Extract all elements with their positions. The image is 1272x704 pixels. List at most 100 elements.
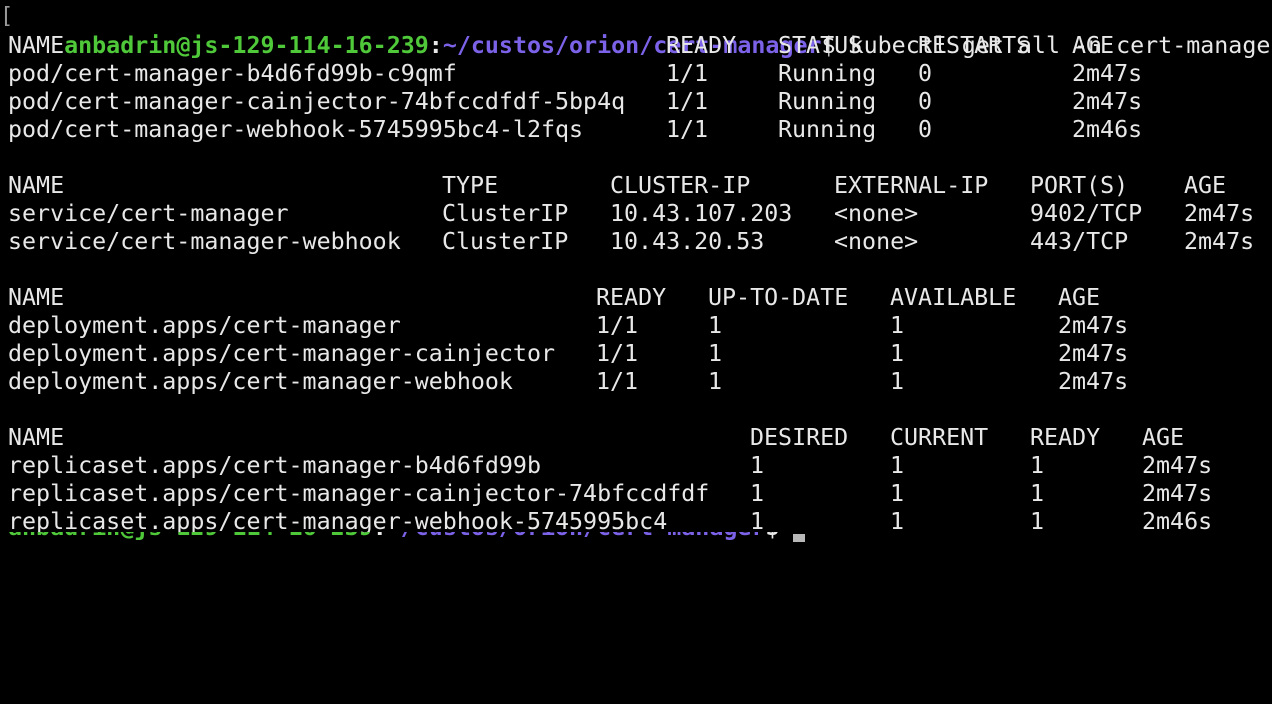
deployment-name: deployment.apps/cert-manager-cainjector [8, 340, 556, 367]
next-prompt-path: ~/custos/orion/cert-manager [387, 532, 766, 541]
service-row: service/cert-manager ClusterIP 10.43.107… [8, 200, 1254, 228]
replicaset-age: 2m47s [1142, 480, 1213, 507]
deployment-row: deployment.apps/cert-manager-cainjector … [8, 340, 1128, 368]
services-header-name: NAME [8, 172, 65, 199]
service-row: service/cert-manager-webhook ClusterIP 1… [8, 228, 1254, 256]
service-name: service/cert-manager-webhook [8, 228, 401, 255]
prompt-separator: : [428, 32, 443, 59]
replicasets-header-current: CURRENT [890, 424, 989, 451]
deployment-age: 2m47s [1058, 312, 1129, 339]
deployment-name: deployment.apps/cert-manager [8, 312, 401, 339]
pod-ready: 1/1 [666, 116, 709, 143]
replicaset-age: 2m47s [1142, 452, 1213, 479]
command-prompt-line: anbadrin@js-129-114-16-239:~/custos/orio… [8, 4, 1272, 59]
pod-name: pod/cert-manager-cainjector-74bfccdfdf-5… [8, 88, 626, 115]
next-prompt-symbol: $ [765, 532, 793, 541]
pod-row: pod/cert-manager-webhook-5745995bc4-l2fq… [8, 116, 1142, 144]
service-external-ip: <none> [834, 228, 919, 255]
replicasets-header-row: NAME DESIRED CURRENT READY AGE [8, 424, 1184, 452]
pod-age: 2m46s [1072, 116, 1143, 143]
deployment-available: 1 [890, 368, 905, 395]
pod-ready: 1/1 [666, 60, 709, 87]
replicaset-ready: 1 [1030, 452, 1045, 479]
deployment-ready: 1/1 [596, 312, 639, 339]
service-age: 2m47s [1184, 200, 1255, 227]
deployment-available: 1 [890, 340, 905, 367]
replicasets-header-name: NAME [8, 424, 65, 451]
terminal-window[interactable]: [ anbadrin@js-129-114-16-239:~/custos/or… [0, 0, 1272, 542]
service-external-ip: <none> [834, 200, 919, 227]
pod-restarts: 0 [918, 60, 933, 87]
replicaset-row: replicaset.apps/cert-manager-b4d6fd99b 1… [8, 452, 1212, 480]
pods-header-status: STATUS [778, 32, 863, 59]
prompt-path: ~/custos/orion/cert-manager [442, 32, 822, 59]
pod-restarts: 0 [918, 116, 933, 143]
deployments-header-available: AVAILABLE [890, 284, 1017, 311]
deployment-row: deployment.apps/cert-manager-webhook 1/1… [8, 368, 1128, 396]
deployments-header-age: AGE [1058, 284, 1101, 311]
service-type: ClusterIP [442, 228, 569, 255]
replicaset-current: 1 [890, 452, 905, 479]
deployment-up-to-date: 1 [708, 368, 723, 395]
pod-name: pod/cert-manager-b4d6fd99b-c9qmf [8, 60, 457, 87]
deployment-up-to-date: 1 [708, 340, 723, 367]
pod-restarts: 0 [918, 88, 933, 115]
service-age: 2m47s [1184, 228, 1255, 255]
services-header-external-ip: EXTERNAL-IP [834, 172, 989, 199]
services-header-cluster-ip: CLUSTER-IP [610, 172, 751, 199]
service-cluster-ip: 10.43.20.53 [610, 228, 765, 255]
pod-status: Running [778, 88, 877, 115]
pods-header-age: AGE [1072, 32, 1115, 59]
services-header-ports: PORT(S) [1030, 172, 1129, 199]
next-prompt-separator: : [373, 532, 387, 541]
replicaset-current: 1 [890, 480, 905, 507]
next-prompt-user-host: anbadrin@js-129-114-16-239 [8, 532, 373, 541]
deployments-header-up-to-date: UP-TO-DATE [708, 284, 849, 311]
next-prompt-text: anbadrin@js-129-114-16-239:~/custos/orio… [8, 532, 793, 542]
replicasets-header-ready: READY [1030, 424, 1101, 451]
deployment-row: deployment.apps/cert-manager 1/1 1 1 2m4… [8, 312, 1128, 340]
pod-age: 2m47s [1072, 60, 1143, 87]
deployment-ready: 1/1 [596, 368, 639, 395]
pod-status: Running [778, 116, 877, 143]
deployment-ready: 1/1 [596, 340, 639, 367]
deployments-header-name: NAME [8, 284, 65, 311]
replicaset-name: replicaset.apps/cert-manager-cainjector-… [8, 480, 710, 507]
replicaset-desired: 1 [750, 452, 765, 479]
pods-header-ready: READY [666, 32, 737, 59]
service-cluster-ip: 10.43.107.203 [610, 200, 793, 227]
pod-name: pod/cert-manager-webhook-5745995bc4-l2fq… [8, 116, 584, 143]
pod-row: pod/cert-manager-cainjector-74bfccdfdf-5… [8, 88, 1142, 116]
service-type: ClusterIP [442, 200, 569, 227]
command-text: kubectl get all -n cert-manager [849, 32, 1272, 59]
service-ports: 443/TCP [1030, 228, 1129, 255]
pod-age: 2m47s [1072, 88, 1143, 115]
deployment-available: 1 [890, 312, 905, 339]
replicasets-header-age: AGE [1142, 424, 1185, 451]
service-ports: 9402/TCP [1030, 200, 1143, 227]
replicasets-header-desired: DESIRED [750, 424, 849, 451]
deployments-header-ready: READY [596, 284, 667, 311]
replicaset-ready: 1 [1030, 480, 1045, 507]
services-header-age: AGE [1184, 172, 1227, 199]
next-prompt-line: anbadrin@js-129-114-16-239:~/custos/orio… [0, 532, 1272, 542]
prompt-user-host: anbadrin@js-129-114-16-239 [64, 32, 429, 59]
deployment-up-to-date: 1 [708, 312, 723, 339]
pod-ready: 1/1 [666, 88, 709, 115]
pods-header-restarts: RESTARTS [918, 32, 1031, 59]
deployment-age: 2m47s [1058, 340, 1129, 367]
deployment-age: 2m47s [1058, 368, 1129, 395]
deployments-header-row: NAME READY UP-TO-DATE AVAILABLE AGE [8, 284, 1100, 312]
service-name: service/cert-manager [8, 200, 289, 227]
pod-row: pod/cert-manager-b4d6fd99b-c9qmf 1/1 Run… [8, 60, 1142, 88]
replicaset-name: replicaset.apps/cert-manager-b4d6fd99b [8, 452, 541, 479]
pods-header-name: NAME [8, 32, 65, 59]
replicaset-row: replicaset.apps/cert-manager-cainjector-… [8, 480, 1212, 508]
replicaset-desired: 1 [750, 480, 765, 507]
deployment-name: deployment.apps/cert-manager-webhook [8, 368, 513, 395]
services-header-row: NAME TYPE CLUSTER-IP EXTERNAL-IP PORT(S)… [8, 172, 1226, 200]
pod-status: Running [778, 60, 877, 87]
terminal-cursor[interactable] [793, 534, 805, 542]
services-header-type: TYPE [442, 172, 499, 199]
pods-header-row: NAME READY STATUS RESTARTS AGE [8, 32, 1114, 60]
